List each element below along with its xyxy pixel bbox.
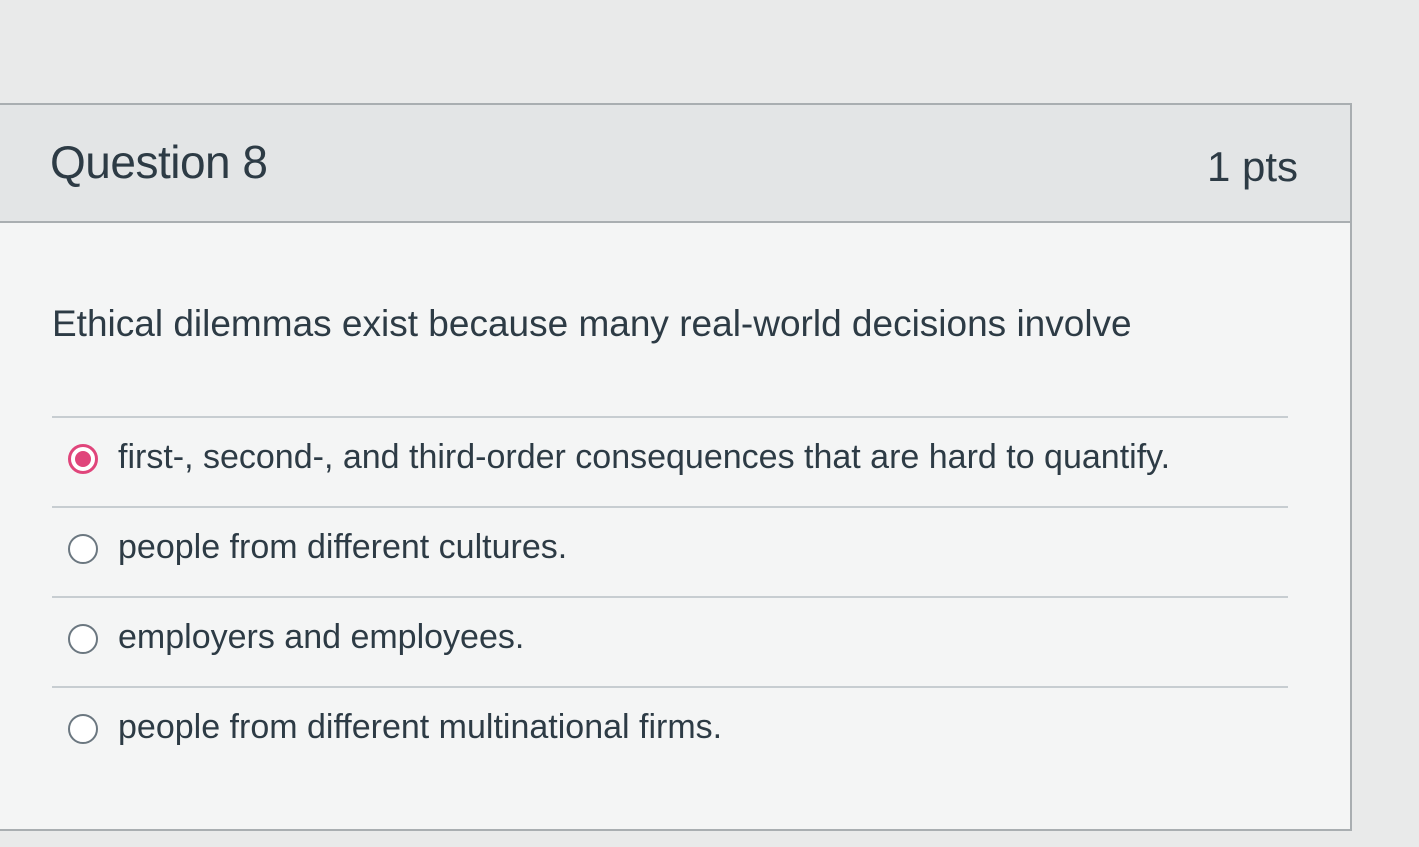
answer-option-4[interactable]: people from different multinational firm… (52, 686, 1288, 776)
question-title: Question 8 (50, 136, 268, 188)
question-header: Question 8 1 pts (0, 105, 1350, 223)
answer-label[interactable]: people from different cultures. (118, 528, 567, 567)
answer-option-3[interactable]: employers and employees. (52, 596, 1288, 686)
question-card: Question 8 1 pts Ethical dilemmas exist … (0, 103, 1352, 831)
answer-option-2[interactable]: people from different cultures. (52, 506, 1288, 596)
radio-button-icon[interactable] (68, 534, 98, 564)
question-points: 1 pts (1206, 143, 1298, 190)
answer-option-1[interactable]: first-, second-, and third-order consequ… (52, 416, 1288, 506)
radio-button-icon[interactable] (68, 624, 98, 654)
answer-label[interactable]: people from different multinational firm… (118, 708, 722, 747)
answer-list: first-, second-, and third-order consequ… (52, 416, 1288, 776)
question-text: Ethical dilemmas exist because many real… (52, 303, 1132, 344)
radio-button-icon[interactable] (68, 714, 98, 744)
answer-label[interactable]: first-, second-, and third-order consequ… (118, 438, 1170, 477)
radio-button-selected-icon[interactable] (68, 444, 98, 474)
answer-label[interactable]: employers and employees. (118, 618, 524, 657)
